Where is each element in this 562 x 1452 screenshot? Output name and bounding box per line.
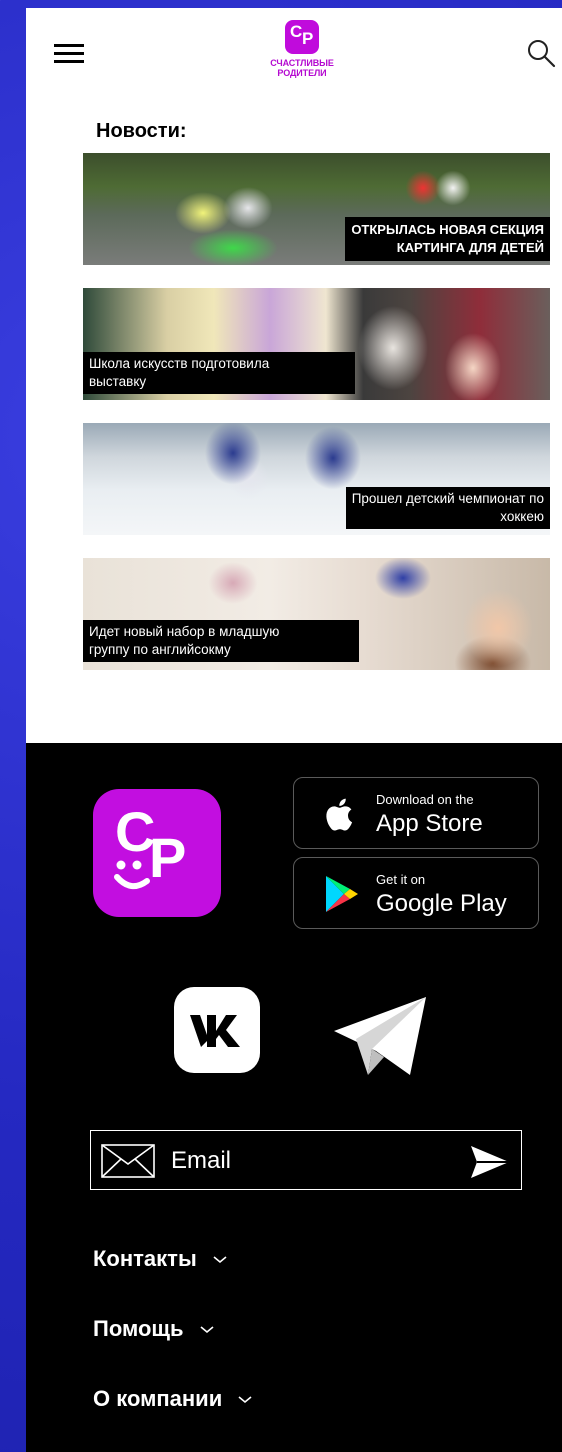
google-play-label: Google Play [376, 890, 507, 917]
vk-icon[interactable] [174, 987, 260, 1073]
news-caption: Школа искусств подготовила выставку [83, 352, 355, 394]
brand-logo[interactable]: С Р СЧАСТЛИВЫЕ РОДИТЕЛИ [260, 20, 344, 78]
menu-item-label: Помощь [93, 1316, 184, 1341]
news-card-karting[interactable]: ОТКРЫЛАСЬ НОВАЯ СЕКЦИЯ КАРТИНГА ДЛЯ ДЕТЕ… [83, 153, 550, 265]
email-subscribe-box [90, 1130, 522, 1190]
app-store-label: App Store [376, 810, 483, 837]
news-card-hockey[interactable]: Прошел детский чемпионат по хоккею [83, 423, 550, 535]
google-play-small-label: Get it on [376, 872, 426, 887]
telegram-icon[interactable] [332, 993, 428, 1079]
menu-item-label: Контакты [93, 1246, 197, 1271]
footer: С Р Download on the App Store Get it on … [26, 743, 562, 1452]
app-logo-glyph: С Р [114, 800, 186, 890]
page-frame: С Р СЧАСТЛИВЫЕ РОДИТЕЛИ Новости: ОТКРЫЛА… [26, 8, 562, 1452]
send-icon[interactable] [469, 1144, 511, 1180]
svg-text:Р: Р [149, 826, 186, 889]
chevron-down-icon [200, 1326, 214, 1334]
news-caption: Прошел детский чемпионат по хоккею [345, 487, 550, 529]
app-store-button[interactable]: Download on the App Store [293, 777, 539, 849]
email-input[interactable] [171, 1145, 451, 1177]
header: С Р СЧАСТЛИВЫЕ РОДИТЕЛИ [26, 8, 562, 108]
news-heading: Новости: [96, 120, 187, 142]
brand-name: СЧАСТЛИВЫЕ РОДИТЕЛИ [270, 58, 334, 78]
menu-item-label: О компании [93, 1386, 223, 1411]
app-logo: С Р [93, 789, 221, 917]
search-icon[interactable] [526, 38, 556, 68]
menu-item-contacts[interactable]: Контакты [93, 1246, 227, 1272]
mail-icon [101, 1144, 155, 1178]
chevron-down-icon [213, 1256, 227, 1264]
menu-icon[interactable] [54, 44, 84, 64]
menu-item-help[interactable]: Помощь [93, 1316, 214, 1342]
brand-mark: С Р [285, 20, 319, 54]
news-card-english-group[interactable]: Идет новый набор в младшую группу по анг… [83, 558, 550, 670]
chevron-down-icon [238, 1396, 252, 1404]
app-store-small-label: Download on the [376, 792, 474, 807]
apple-icon [326, 798, 353, 831]
news-card-art-school[interactable]: Школа искусств подготовила выставку [83, 288, 550, 400]
google-play-icon [326, 876, 358, 912]
google-play-button[interactable]: Get it on Google Play [293, 857, 539, 929]
menu-item-about[interactable]: О компании [93, 1386, 252, 1412]
news-caption: ОТКРЫЛАСЬ НОВАЯ СЕКЦИЯ КАРТИНГА ДЛЯ ДЕТЕ… [345, 217, 550, 261]
news-caption: Идет новый набор в младшую группу по анг… [83, 620, 359, 662]
